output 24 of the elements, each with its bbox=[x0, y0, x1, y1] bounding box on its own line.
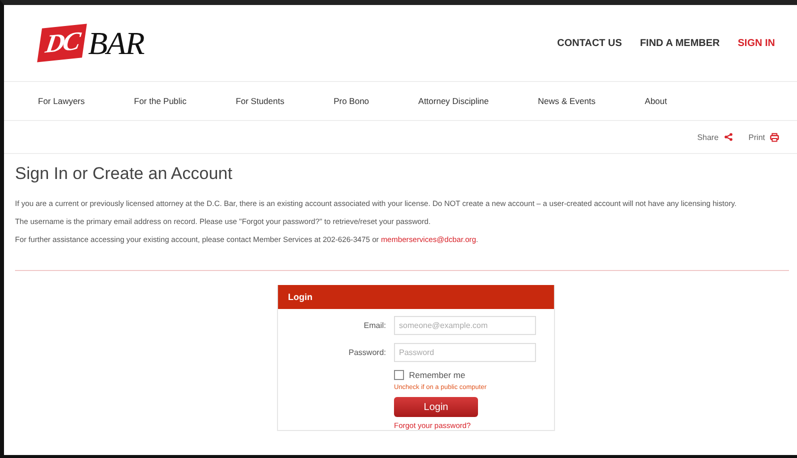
panel-header: Login bbox=[278, 285, 554, 309]
header-link[interactable]: FIND A MEMBER bbox=[640, 38, 720, 48]
input-field[interactable]: someone@example.com bbox=[394, 316, 536, 335]
checkbox-label: Remember me bbox=[409, 370, 466, 380]
field-label: Password: bbox=[348, 348, 386, 357]
checkbox[interactable] bbox=[394, 370, 404, 380]
nav-link[interactable]: For the Public bbox=[134, 96, 186, 106]
share-link[interactable]: Share bbox=[697, 132, 733, 142]
nav-link[interactable]: For Students bbox=[236, 96, 284, 106]
share-icon bbox=[724, 133, 733, 141]
remember-checkbox[interactable]: Remember me bbox=[394, 370, 466, 380]
header-link[interactable]: SIGN IN bbox=[738, 38, 775, 48]
page-title: Sign In or Create an Account bbox=[15, 164, 234, 184]
header-link[interactable]: CONTACT US bbox=[557, 38, 622, 48]
input-field[interactable]: Password bbox=[394, 343, 536, 362]
nav-link[interactable]: News & Events bbox=[538, 96, 596, 106]
nav-link[interactable]: Attorney Discipline bbox=[418, 96, 489, 106]
login-button[interactable]: Login bbox=[394, 397, 478, 417]
nav-link[interactable]: For Lawyers bbox=[38, 96, 85, 106]
printer-icon bbox=[770, 132, 779, 142]
nav-link[interactable]: About bbox=[644, 96, 667, 106]
field-label: Email: bbox=[362, 321, 386, 330]
nav-link[interactable]: Pro Bono bbox=[334, 96, 370, 106]
print-link[interactable]: Print bbox=[748, 132, 779, 142]
